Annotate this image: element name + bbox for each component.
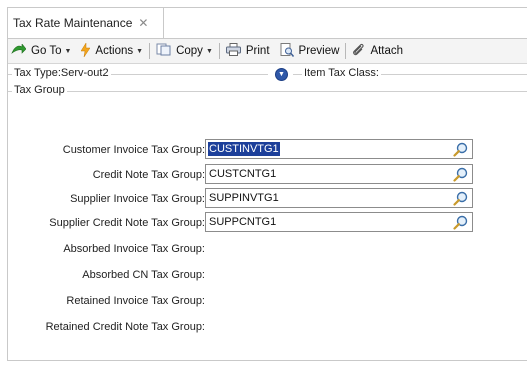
tax-type-field: Tax Type:Serv-out2: [12, 67, 111, 79]
copy-icon: [156, 43, 171, 59]
attach-button[interactable]: Attach: [349, 40, 406, 62]
preview-icon: [280, 42, 294, 60]
preview-label: Preview: [298, 45, 340, 57]
absorbed-cn-tax-group-label: Absorbed CN Tax Group:: [82, 269, 205, 281]
toolbar-separator: [149, 43, 151, 59]
goto-label: Go To: [31, 45, 62, 57]
preview-button[interactable]: Preview: [277, 40, 343, 62]
magnifier-icon[interactable]: [453, 191, 468, 206]
supplier-credit-note-tax-group-value: SUPPCNTG1: [209, 216, 277, 228]
absorbed-invoice-tax-group-label: Absorbed Invoice Tax Group:: [63, 243, 205, 255]
tax-group-section-label: Tax Group: [12, 84, 67, 96]
customer-invoice-tax-group-field[interactable]: CUSTINVTG1: [205, 139, 473, 159]
printer-icon: [225, 43, 241, 59]
close-icon[interactable]: ✕: [138, 16, 148, 30]
credit-note-tax-group-field[interactable]: CUSTCNTG1: [205, 164, 473, 184]
toolbar-separator: [345, 43, 347, 59]
chevron-down-icon: ▼: [136, 47, 144, 55]
retained-credit-note-tax-group-label: Retained Credit Note Tax Group:: [45, 321, 205, 333]
paperclip-icon: [352, 43, 365, 60]
toolbar: Go To ▼ Actions ▼ Copy ▼ Print Preview A…: [8, 39, 527, 64]
tax-group-divider: [8, 91, 527, 92]
tab-strip: Tax Rate Maintenance ✕: [8, 8, 527, 39]
tab-tax-rate-maintenance[interactable]: Tax Rate Maintenance ✕: [8, 8, 164, 38]
retained-invoice-tax-group-label: Retained Invoice Tax Group:: [66, 295, 205, 307]
lightning-icon: [80, 41, 91, 60]
magnifier-icon[interactable]: [453, 215, 468, 230]
green-arrow-icon: [11, 43, 27, 58]
copy-label: Copy: [176, 45, 203, 57]
customer-invoice-tax-group-value: CUSTINVTG1: [208, 142, 280, 156]
supplier-invoice-tax-group-field[interactable]: SUPPINVTG1: [205, 188, 473, 208]
credit-note-tax-group-label: Credit Note Tax Group:: [92, 169, 205, 181]
attach-label: Attach: [370, 45, 404, 57]
chevron-down-icon: ▼: [205, 47, 213, 55]
magnifier-icon[interactable]: [453, 142, 468, 157]
credit-note-tax-group-value: CUSTCNTG1: [209, 168, 277, 180]
supplier-invoice-tax-group-value: SUPPINVTG1: [209, 192, 279, 204]
actions-button[interactable]: Actions ▼: [78, 40, 146, 62]
supplier-credit-note-tax-group-label: Supplier Credit Note Tax Group:: [49, 217, 205, 229]
supplier-invoice-tax-group-label: Supplier Invoice Tax Group:: [70, 193, 205, 205]
toolbar-separator: [218, 43, 220, 59]
chevron-down-icon: ▼: [64, 47, 72, 55]
tab-title: Tax Rate Maintenance: [13, 16, 133, 30]
actions-label: Actions: [95, 45, 134, 57]
tax-type-label: Tax Type:: [14, 67, 61, 79]
print-label: Print: [245, 45, 270, 57]
goto-button[interactable]: Go To ▼: [8, 40, 74, 62]
customer-invoice-tax-group-label: Customer Invoice Tax Group:: [62, 144, 205, 156]
copy-button[interactable]: Copy ▼: [153, 40, 216, 62]
supplier-credit-note-tax-group-field[interactable]: SUPPCNTG1: [205, 212, 473, 232]
tax-type-value: Serv-out2: [60, 67, 109, 79]
magnifier-icon[interactable]: [453, 167, 468, 182]
item-tax-class-label: Item Tax Class:: [302, 67, 381, 79]
print-button[interactable]: Print: [223, 40, 273, 62]
expand-chevron-icon[interactable]: ▼: [275, 68, 288, 81]
tax-rate-window: Tax Rate Maintenance ✕ Go To ▼ Actions ▼…: [7, 7, 527, 361]
